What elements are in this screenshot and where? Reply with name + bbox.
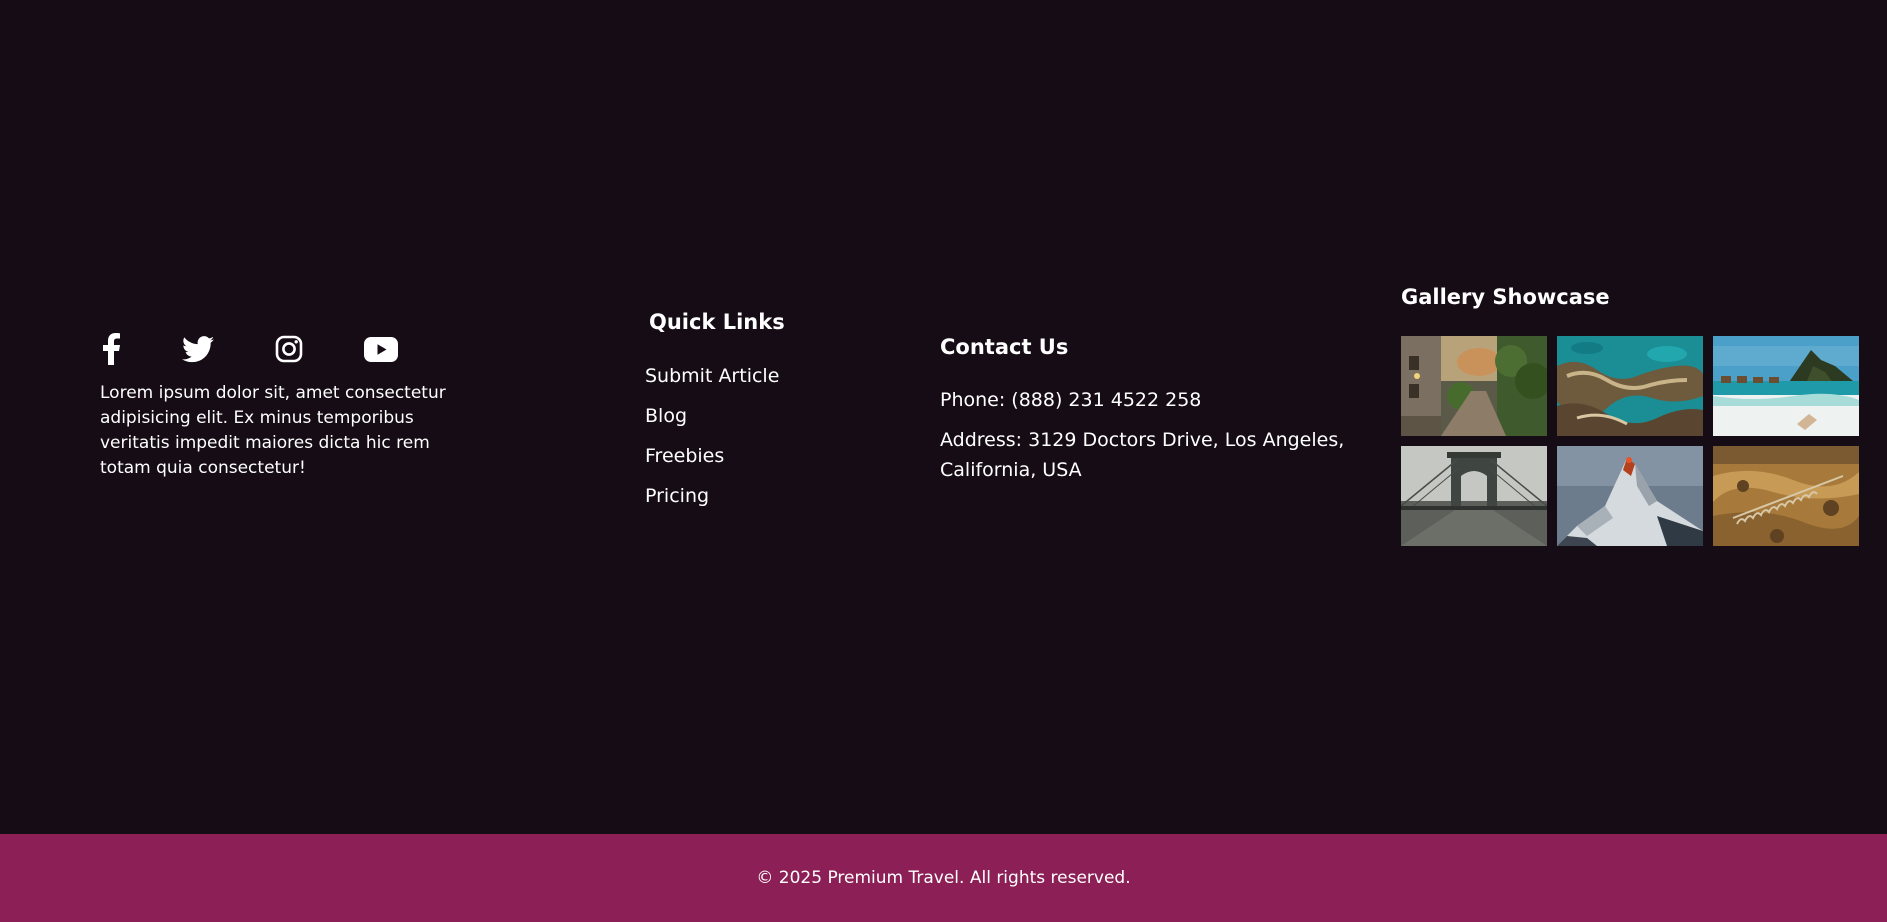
- contact-address: Address: 3129 Doctors Drive, Los Angeles…: [940, 429, 1345, 481]
- twitter-icon[interactable]: [182, 332, 214, 366]
- instagram-icon[interactable]: [275, 332, 303, 366]
- quick-links-list: Submit Article Blog Freebies Pricing: [645, 358, 779, 518]
- blog-link[interactable]: Blog: [645, 405, 687, 427]
- coastline-photo[interactable]: [1557, 336, 1703, 436]
- quick-link-item: Pricing: [645, 478, 779, 518]
- contact-phone: Phone: (888) 231 4522 258: [940, 389, 1202, 411]
- gallery-grid: [1401, 336, 1862, 546]
- facebook-icon[interactable]: [100, 332, 122, 366]
- submit-article-link[interactable]: Submit Article: [645, 365, 779, 387]
- pricing-link[interactable]: Pricing: [645, 485, 709, 507]
- footer-main: Lorem ipsum dolor sit, amet consectetur …: [0, 0, 1887, 834]
- street-photo[interactable]: [1401, 336, 1547, 436]
- youtube-icon[interactable]: [364, 332, 398, 366]
- about-text: Lorem ipsum dolor sit, amet consectetur …: [100, 383, 446, 478]
- quick-link-item: Freebies: [645, 438, 779, 478]
- quick-link-item: Submit Article: [645, 358, 779, 398]
- copyright-bar: © 2025 Premium Travel. All rights reserv…: [0, 834, 1887, 922]
- freebies-link[interactable]: Freebies: [645, 445, 724, 467]
- bridge-photo[interactable]: [1401, 446, 1547, 546]
- snowy-mountain-photo[interactable]: [1557, 446, 1703, 546]
- island-beach-photo[interactable]: [1713, 336, 1859, 436]
- contact-title: Contact Us: [940, 335, 1069, 359]
- social-links: [100, 332, 420, 366]
- gallery-title: Gallery Showcase: [1401, 285, 1610, 309]
- canyon-railway-photo[interactable]: [1713, 446, 1859, 546]
- quick-link-item: Blog: [645, 398, 779, 438]
- quick-links-title: Quick Links: [649, 310, 785, 334]
- copyright-text: © 2025 Premium Travel. All rights reserv…: [756, 868, 1131, 888]
